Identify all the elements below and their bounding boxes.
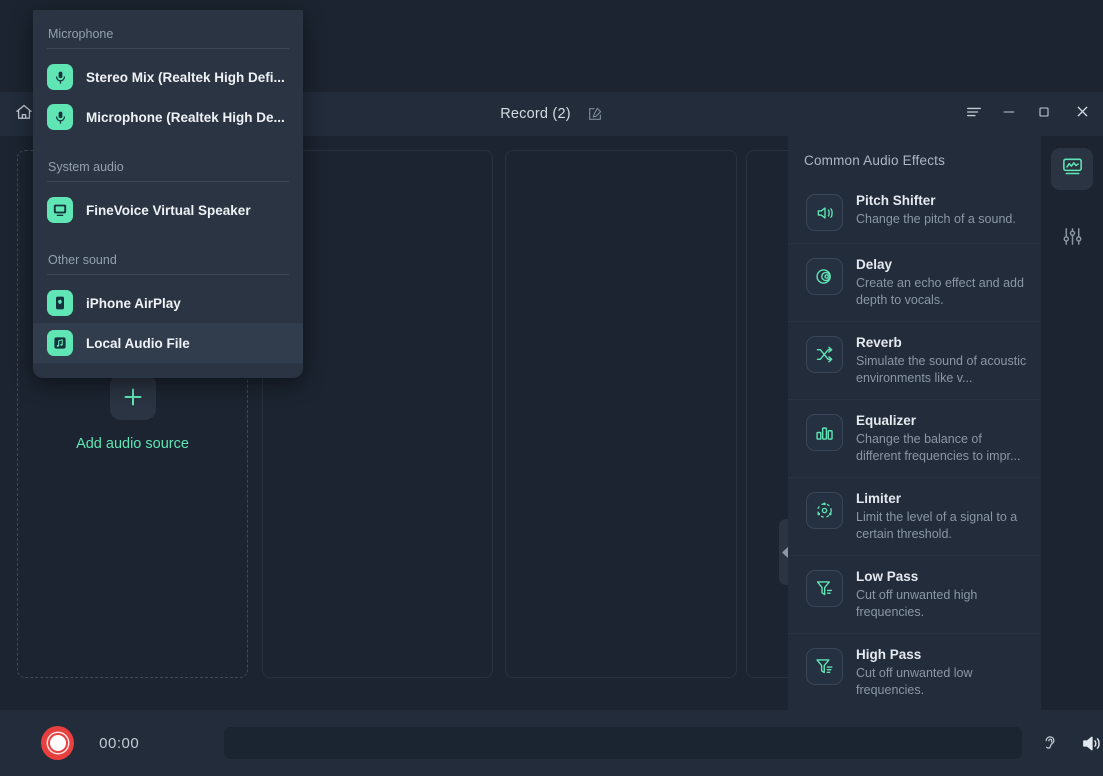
app-window: Record (2) Add audio source Common Audio… [0, 0, 1103, 776]
effect-row-delay[interactable]: Delay Create an echo effect and add dept… [788, 244, 1041, 322]
dropdown-group-label-microphone: Microphone [48, 27, 114, 41]
monitor-icon [47, 197, 73, 223]
effect-desc: Create an echo effect and add depth to v… [856, 276, 1024, 307]
effect-name: Delay [856, 257, 893, 272]
effect-row-high-pass[interactable]: High Pass Cut off unwanted low frequenci… [788, 634, 1041, 710]
effect-name: Pitch Shifter [856, 193, 936, 208]
dropdown-divider [47, 48, 289, 49]
effect-desc: Cut off unwanted low frequencies. [856, 666, 973, 697]
plus-icon [109, 374, 156, 420]
bar-levels-icon [806, 414, 843, 451]
home-icon [14, 102, 34, 127]
dropdown-item-finevoice-virtual-speaker[interactable]: FineVoice Virtual Speaker [33, 190, 303, 230]
dropdown-divider [47, 274, 289, 275]
dropdown-item-label: Microphone (Realtek High De... [86, 109, 285, 125]
echo-circles-icon [806, 258, 843, 295]
effect-desc: Cut off unwanted high frequencies. [856, 588, 978, 619]
effect-name: High Pass [856, 647, 922, 662]
funnel-high-icon [806, 648, 843, 685]
minimize-icon [1001, 104, 1017, 125]
menu-button[interactable] [956, 92, 991, 136]
dropdown-item-label: iPhone AirPlay [86, 295, 181, 311]
effects-panel-title: Common Audio Effects [804, 153, 946, 168]
dropdown-item-stereo-mix[interactable]: Stereo Mix (Realtek High Defi... [33, 57, 303, 97]
right-toolbar [1041, 136, 1103, 710]
minimize-button[interactable] [991, 92, 1026, 136]
effect-desc: Change the pitch of a sound. [856, 212, 1016, 226]
effect-row-low-pass[interactable]: Low Pass Cut off unwanted high frequenci… [788, 556, 1041, 634]
dropdown-item-label: Stereo Mix (Realtek High Defi... [86, 69, 285, 85]
speaker-volume-icon[interactable] [1080, 732, 1103, 755]
effect-desc: Change the balance of different frequenc… [856, 432, 1021, 463]
audio-source-slot-3[interactable] [505, 150, 737, 678]
add-audio-source-label: Add audio source [76, 436, 189, 452]
dropdown-group-label-system-audio: System audio [48, 160, 124, 174]
recording-timer: 00:00 [99, 734, 140, 752]
edit-pencil-icon[interactable] [587, 106, 603, 122]
funnel-low-icon [806, 570, 843, 607]
waveform-strip[interactable] [224, 727, 1022, 759]
dropdown-item-iphone-airplay[interactable]: iPhone AirPlay [33, 283, 303, 323]
window-controls [956, 92, 1103, 136]
waveform-monitor-icon [1061, 155, 1084, 183]
dropdown-item-local-audio-file[interactable]: Local Audio File [33, 323, 303, 363]
iphone-icon [47, 290, 73, 316]
microphone-icon [47, 64, 73, 90]
ear-monitor-icon[interactable] [1040, 733, 1060, 753]
dropdown-divider [47, 181, 289, 182]
menu-lines-icon [965, 103, 983, 126]
mixer-sliders-icon [1061, 225, 1084, 253]
rail-button-waveform[interactable] [1051, 148, 1093, 190]
effect-name: Low Pass [856, 569, 919, 584]
effects-list: Pitch Shifter Change the pitch of a soun… [788, 180, 1041, 710]
effect-name: Reverb [856, 335, 902, 350]
dropdown-item-label: FineVoice Virtual Speaker [86, 202, 251, 218]
effect-name: Limiter [856, 491, 902, 506]
music-file-icon [47, 330, 73, 356]
shuffle-arrows-icon [806, 336, 843, 373]
close-button[interactable] [1061, 92, 1103, 136]
effect-row-pitch-shifter[interactable]: Pitch Shifter Change the pitch of a soun… [788, 180, 1041, 244]
maximize-button[interactable] [1026, 92, 1061, 136]
dropdown-item-label: Local Audio File [86, 335, 190, 351]
audio-source-dropdown: Microphone Stereo Mix (Realtek High Defi… [33, 10, 303, 378]
effects-panel: Common Audio Effects Pitch Shifter Chang… [788, 136, 1041, 710]
microphone-icon [47, 104, 73, 130]
record-circle-icon [49, 735, 66, 751]
transport-icons [1040, 732, 1103, 755]
effect-row-reverb[interactable]: Reverb Simulate the sound of acoustic en… [788, 322, 1041, 400]
effect-desc: Simulate the sound of acoustic environme… [856, 354, 1027, 385]
effect-row-limiter[interactable]: Limiter Limit the level of a signal to a… [788, 478, 1041, 556]
rail-button-mixer[interactable] [1051, 218, 1093, 260]
effect-name: Equalizer [856, 413, 917, 428]
dropdown-group-label-other-sound: Other sound [48, 253, 117, 267]
page-title: Record (2) [500, 106, 571, 122]
transport-bar: 00:00 [0, 710, 1103, 776]
effect-desc: Limit the level of a signal to a certain… [856, 510, 1018, 541]
dashed-circle-icon [806, 492, 843, 529]
effect-row-equalizer[interactable]: Equalizer Change the balance of differen… [788, 400, 1041, 478]
record-button[interactable] [41, 726, 75, 760]
maximize-icon [1036, 104, 1052, 125]
dropdown-item-microphone-realtek[interactable]: Microphone (Realtek High De... [33, 97, 303, 137]
speaker-pitch-icon [806, 194, 843, 231]
close-icon [1074, 103, 1091, 125]
